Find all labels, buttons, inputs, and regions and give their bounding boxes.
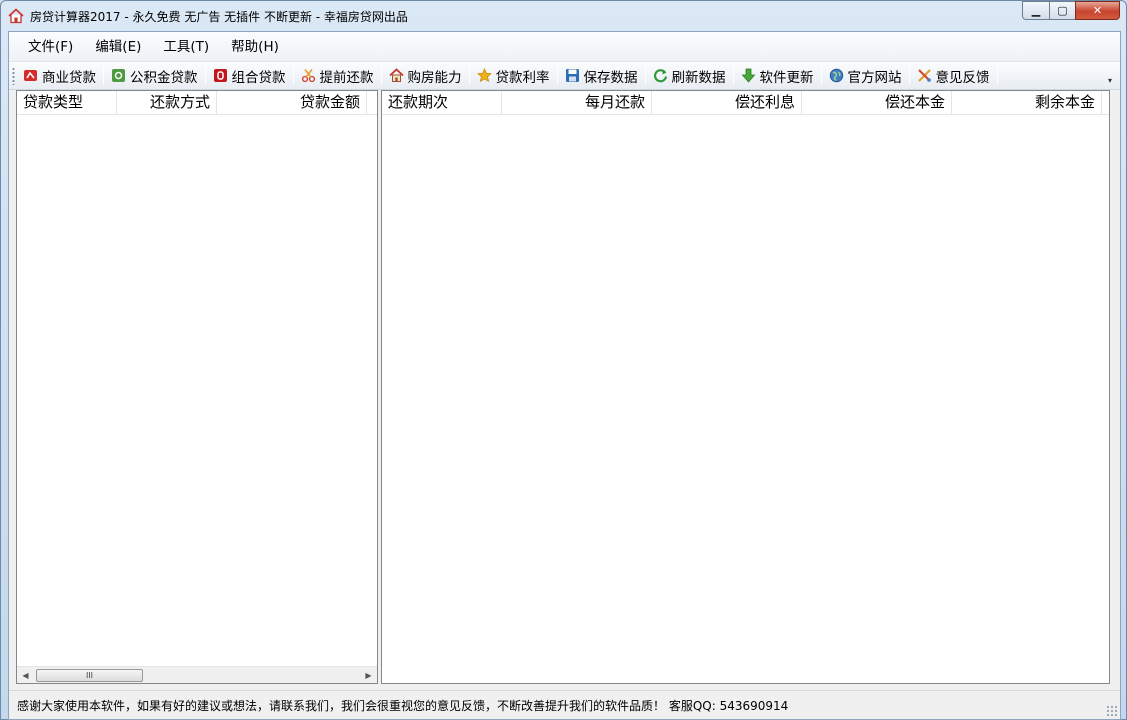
- resize-grip[interactable]: [1106, 705, 1118, 717]
- save-icon: [565, 68, 580, 83]
- menu-file[interactable]: 文件(F): [17, 35, 84, 59]
- repayment-schedule-list[interactable]: 还款期次 每月还款 偿还利息 偿还本金 剩余本金: [381, 90, 1110, 684]
- prepayment-label: 提前还款: [319, 69, 374, 86]
- save-data-button[interactable]: 保存数据: [562, 65, 641, 87]
- software-update-button[interactable]: 软件更新: [738, 65, 817, 87]
- scroll-track[interactable]: III: [34, 667, 360, 684]
- feedback-button[interactable]: 意见反馈: [914, 65, 993, 87]
- provident-fund-loan-label: 公积金贷款: [130, 69, 198, 86]
- commercial-loan-icon: [23, 68, 38, 83]
- toolbar-separator: [908, 66, 910, 85]
- loan-summary-list[interactable]: 贷款类型 还款方式 贷款金额 ◀ III ▶: [16, 90, 378, 684]
- save-data-label: 保存数据: [583, 69, 638, 86]
- combined-loan-icon: [213, 68, 228, 83]
- column-header-principal-paid[interactable]: 偿还本金: [802, 91, 952, 114]
- column-header-interest-paid[interactable]: 偿还利息: [652, 91, 802, 114]
- scroll-left-arrow[interactable]: ◀: [17, 667, 34, 684]
- purchase-capacity-label: 购房能力: [407, 69, 462, 86]
- globe-icon: [829, 68, 844, 83]
- prepayment-button[interactable]: 提前还款: [298, 65, 377, 87]
- column-header-loan-type[interactable]: 贷款类型: [17, 91, 117, 114]
- refresh-data-label: 刷新数据: [671, 69, 726, 86]
- maximize-button[interactable]: ▢: [1049, 1, 1075, 20]
- minimize-button[interactable]: ▁: [1022, 1, 1049, 20]
- client-area: 文件(F) 编辑(E) 工具(T) 帮助(H) 商业贷款 公积金贷款 组合贷款 …: [8, 31, 1121, 720]
- menu-help[interactable]: 帮助(H): [220, 35, 290, 59]
- toolbar-separator: [103, 66, 104, 85]
- commercial-loan-label: 商业贷款: [42, 69, 96, 86]
- refresh-icon: [653, 68, 668, 83]
- download-arrow-icon: [741, 68, 756, 83]
- app-window: 房贷计算器2017 - 永久免费 无广告 无插件 不断更新 - 幸福房贷网出品 …: [0, 0, 1127, 720]
- toolbar: 商业贷款 公积金贷款 组合贷款 提前还款 购房能力 贷款利率 保存数据 刷新数据…: [9, 62, 1120, 90]
- toolbar-grip[interactable]: [12, 66, 15, 85]
- toolbar-separator: [996, 66, 998, 85]
- combined-loan-label: 组合贷款: [231, 69, 286, 86]
- window-controls: ▁ ▢ ✕: [1022, 1, 1120, 20]
- column-header-period[interactable]: 还款期次: [382, 91, 502, 114]
- toolbar-separator: [204, 66, 206, 85]
- horizontal-scrollbar[interactable]: ◀ III ▶: [17, 666, 377, 683]
- repayment-schedule-header: 还款期次 每月还款 偿还利息 偿还本金 剩余本金: [382, 91, 1109, 115]
- feedback-icon: [917, 68, 932, 83]
- column-header-repayment-method[interactable]: 还款方式: [117, 91, 217, 114]
- toolbar-separator: [732, 66, 734, 85]
- toolbar-separator: [380, 66, 382, 85]
- toolbar-separator: [292, 66, 294, 85]
- scroll-thumb[interactable]: III: [36, 668, 143, 682]
- toolbar-overflow-button[interactable]: ▾: [1108, 75, 1117, 87]
- menu-edit[interactable]: 编辑(E): [84, 35, 152, 59]
- house-app-icon: [8, 8, 24, 24]
- column-header-monthly-payment[interactable]: 每月还款: [502, 91, 652, 114]
- toolbar-separator: [820, 66, 822, 85]
- toolbar-separator: [644, 66, 646, 85]
- provident-fund-icon: [111, 68, 126, 83]
- official-website-label: 官方网站: [847, 69, 902, 86]
- menu-bar: 文件(F) 编辑(E) 工具(T) 帮助(H): [9, 32, 1120, 62]
- house-icon: [388, 68, 404, 83]
- scissors-icon: [301, 68, 316, 83]
- toolbar-separator: [556, 66, 558, 85]
- menu-tools[interactable]: 工具(T): [152, 35, 220, 59]
- loan-rate-button[interactable]: 贷款利率: [474, 65, 553, 87]
- commercial-loan-button[interactable]: 商业贷款: [20, 65, 99, 87]
- title-bar[interactable]: 房贷计算器2017 - 永久免费 无广告 无插件 不断更新 - 幸福房贷网出品 …: [1, 1, 1126, 31]
- provident-fund-loan-button[interactable]: 公积金贷款: [108, 65, 201, 87]
- combined-loan-button[interactable]: 组合贷款: [210, 65, 289, 87]
- feedback-label: 意见反馈: [935, 69, 990, 86]
- status-bar: 感谢大家使用本软件，如果有好的建议或想法，请联系我们，我们会很重视您的意见反馈，…: [9, 690, 1120, 719]
- star-icon: [476, 68, 492, 83]
- status-text: 感谢大家使用本软件，如果有好的建议或想法，请联系我们，我们会很重视您的意见反馈，…: [17, 698, 789, 713]
- loan-rate-label: 贷款利率: [495, 69, 550, 86]
- official-website-button[interactable]: 官方网站: [826, 65, 905, 87]
- close-button[interactable]: ✕: [1075, 1, 1120, 20]
- loan-summary-header: 贷款类型 还款方式 贷款金额: [17, 91, 377, 115]
- purchase-capacity-button[interactable]: 购房能力: [386, 65, 465, 87]
- window-title: 房贷计算器2017 - 永久免费 无广告 无插件 不断更新 - 幸福房贷网出品: [30, 9, 408, 24]
- column-header-loan-amount[interactable]: 贷款金额: [217, 91, 367, 114]
- scroll-right-arrow[interactable]: ▶: [360, 667, 377, 684]
- toolbar-separator: [468, 66, 470, 85]
- software-update-label: 软件更新: [759, 69, 814, 86]
- column-header-remaining-principal[interactable]: 剩余本金: [952, 91, 1102, 114]
- refresh-data-button[interactable]: 刷新数据: [650, 65, 729, 87]
